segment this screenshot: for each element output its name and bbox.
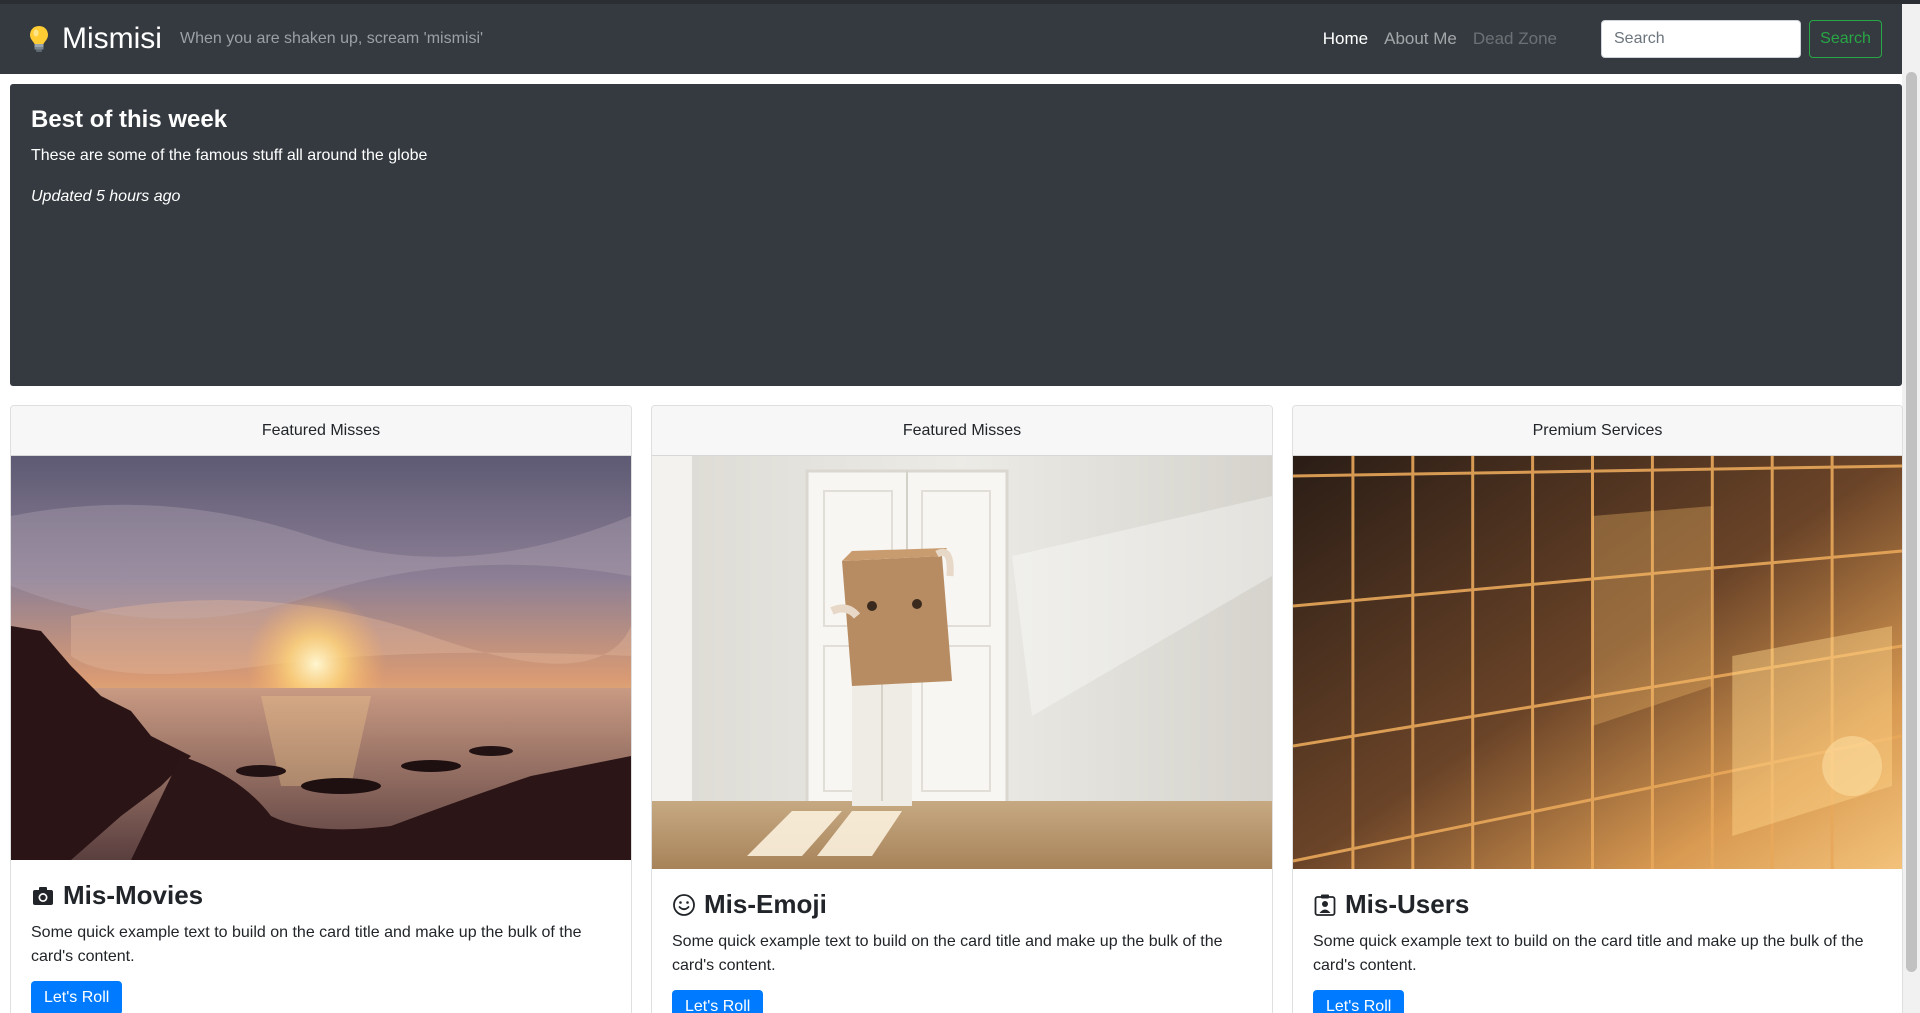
card-image-sunset: [11, 456, 631, 860]
jumbotron: Best of this week These are some of the …: [10, 84, 1902, 386]
card-text: Some quick example text to build on the …: [1313, 933, 1864, 974]
card-header: Featured Misses: [652, 406, 1272, 456]
person-badge-icon: [1314, 894, 1336, 916]
nav-links: Home About Me Dead Zone: [1307, 29, 1557, 49]
lets-roll-button[interactable]: Let's Roll: [672, 990, 764, 1013]
card-image-box-person: [652, 456, 1272, 869]
card-header: Premium Services: [1293, 406, 1902, 456]
card-image-glass-building: [1293, 456, 1902, 869]
lightbulb-icon: [30, 26, 48, 52]
card-title: Mis-Emoji: [672, 889, 1252, 920]
nav-dead-zone-link: Dead Zone: [1472, 29, 1557, 48]
lets-roll-button[interactable]: Let's Roll: [31, 981, 123, 1013]
navbar: Mismisi When you are shaken up, scream '…: [0, 4, 1902, 74]
card-header: Featured Misses: [11, 406, 631, 456]
lets-roll-button[interactable]: Let's Roll: [1313, 990, 1405, 1013]
brand[interactable]: Mismisi When you are shaken up, scream '…: [28, 22, 483, 56]
camera-icon: [33, 886, 53, 905]
jumbotron-text: These are some of the famous stuff all a…: [31, 147, 428, 164]
card-title-text: Mis-Movies: [63, 880, 204, 910]
card-text: Some quick example text to build on the …: [672, 933, 1223, 974]
search-form: Search: [1601, 20, 1882, 58]
brand-name[interactable]: Mismisi: [62, 22, 162, 56]
search-input[interactable]: [1601, 20, 1801, 58]
card-text: Some quick example text to build on the …: [31, 924, 582, 965]
card-body: Mis-Movies Some quick example text to bu…: [11, 860, 631, 1013]
card-body: Mis-Emoji Some quick example text to bui…: [652, 869, 1272, 1013]
card-title-text: Mis-Users: [1345, 889, 1470, 919]
card-mis-users: Premium Services Mis-Users Some quick ex…: [1292, 405, 1903, 1013]
nav-about-link[interactable]: About Me: [1384, 29, 1457, 49]
search-button[interactable]: Search: [1809, 20, 1882, 58]
page-scrollbar[interactable]: [1902, 4, 1920, 1013]
smiley-icon: [673, 893, 695, 916]
card-mis-movies: Featured Misses Mis-Movies Some quick ex…: [10, 405, 632, 1013]
brand-tagline: When you are shaken up, scream 'mismisi': [179, 30, 484, 47]
jumbotron-updated: Updated 5 hours ago: [31, 188, 181, 205]
jumbotron-title: Best of this week: [31, 106, 228, 133]
card-mis-emoji: Featured Misses Mis-Emoji Some quick exa…: [651, 405, 1273, 1013]
scrollbar-thumb[interactable]: [1906, 72, 1917, 972]
nav-home-link[interactable]: Home: [1323, 29, 1368, 49]
card-title: Mis-Movies: [31, 880, 611, 911]
card-title: Mis-Users: [1313, 889, 1882, 920]
card-body: Mis-Users Some quick example text to bui…: [1293, 869, 1902, 1013]
card-title-text: Mis-Emoji: [704, 889, 827, 919]
